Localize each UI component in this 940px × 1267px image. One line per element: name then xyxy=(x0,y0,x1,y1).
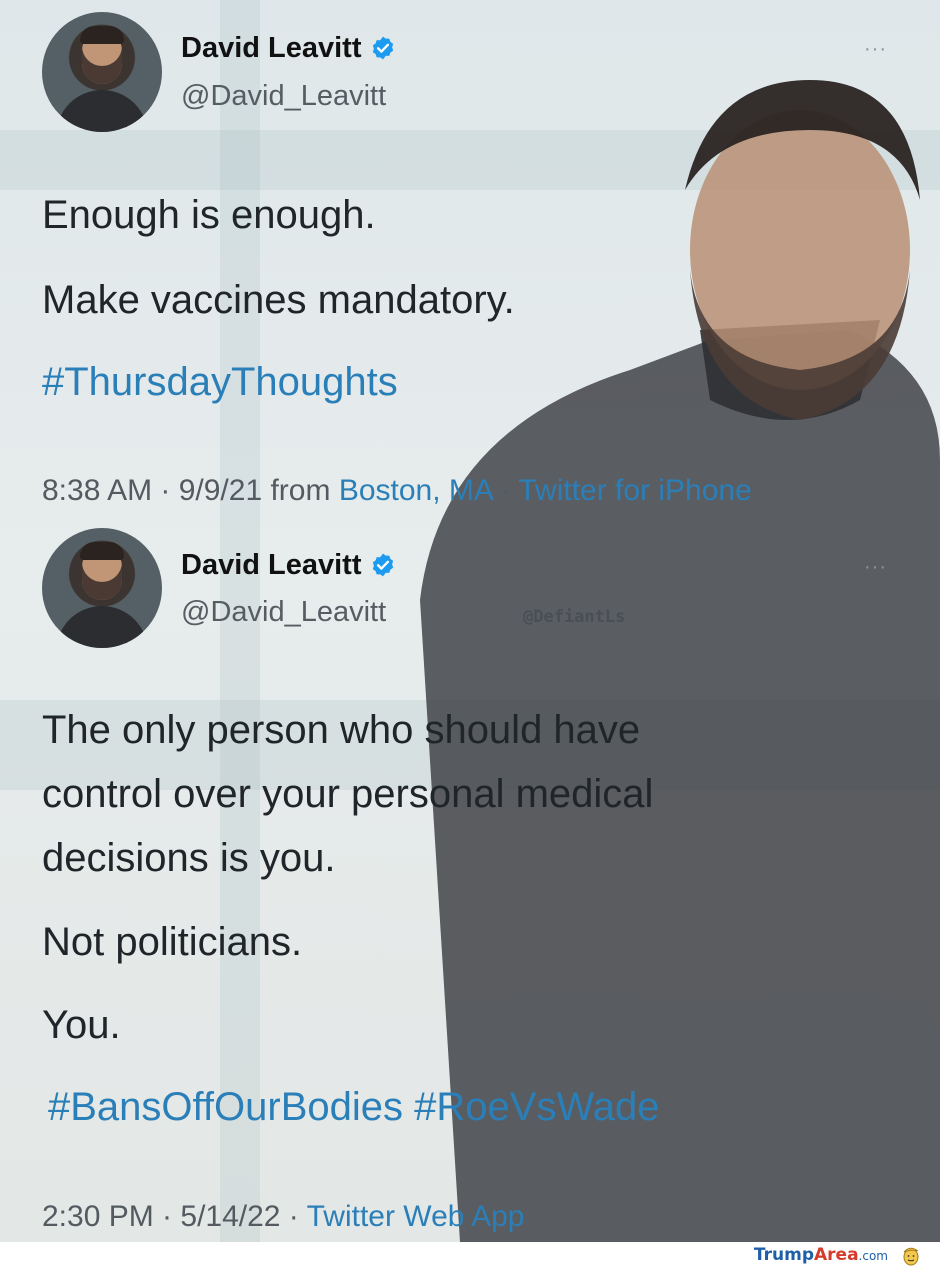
tweet-text-line: The only person who should have xyxy=(42,708,641,752)
source-link[interactable]: Twitter for iPhone xyxy=(518,474,751,507)
author-name-text[interactable]: David Leavitt xyxy=(181,32,362,64)
author-handle[interactable]: @David_Leavitt xyxy=(181,596,386,629)
tweet-text-line: Enough is enough. xyxy=(42,193,376,237)
more-options-icon[interactable]: ··· xyxy=(864,556,887,579)
brand-part2: Area xyxy=(814,1245,859,1265)
author-handle[interactable]: @David_Leavitt xyxy=(181,80,386,113)
brand-part1: Trump xyxy=(753,1245,814,1265)
tweet-timestamp[interactable]: 2:30 PM · 5/14/22 · xyxy=(42,1200,307,1233)
tweet-text-line: decisions is you. xyxy=(42,836,336,880)
tweet-text-line: Not politicians. xyxy=(42,920,303,964)
tweet-text-line: control over your personal medical xyxy=(42,772,654,816)
person-photo xyxy=(420,80,940,1242)
author-name-text[interactable]: David Leavitt xyxy=(181,549,362,581)
brand-suffix: .com xyxy=(858,1249,888,1263)
avatar[interactable] xyxy=(42,528,162,648)
site-brand[interactable]: TrumpArea.com xyxy=(754,1245,888,1265)
more-options-icon[interactable]: ··· xyxy=(864,38,887,61)
source-link[interactable]: Twitter Web App xyxy=(307,1200,525,1233)
hashtag-links[interactable]: #BansOffOurBodies #RoeVsWade xyxy=(48,1085,659,1130)
tweet-timestamp[interactable]: 8:38 AM · 9/9/21 from xyxy=(42,474,339,507)
tweet-text-line: You. xyxy=(42,1003,121,1047)
tweet-meta: 8:38 AM · 9/9/21 from Boston, MA · Twitt… xyxy=(42,474,752,508)
location-link[interactable]: Boston, MA xyxy=(339,474,492,507)
site-footer: TrumpArea.com xyxy=(0,1242,940,1267)
tweet-meta: 2:30 PM · 5/14/22 · Twitter Web App xyxy=(42,1200,525,1234)
hashtag-link[interactable]: #ThursdayThoughts xyxy=(42,360,398,405)
watermark: @DefiantLs xyxy=(523,607,626,627)
author-name[interactable]: David Leavitt xyxy=(181,549,396,582)
verified-badge-icon xyxy=(372,36,393,60)
verified-badge-icon xyxy=(372,553,393,577)
avatar[interactable] xyxy=(42,12,162,132)
author-name[interactable]: David Leavitt xyxy=(181,32,396,65)
meta-separator: · xyxy=(492,474,519,507)
tweet-text-line: Make vaccines mandatory. xyxy=(42,278,515,322)
trump-face-icon xyxy=(903,1247,919,1266)
